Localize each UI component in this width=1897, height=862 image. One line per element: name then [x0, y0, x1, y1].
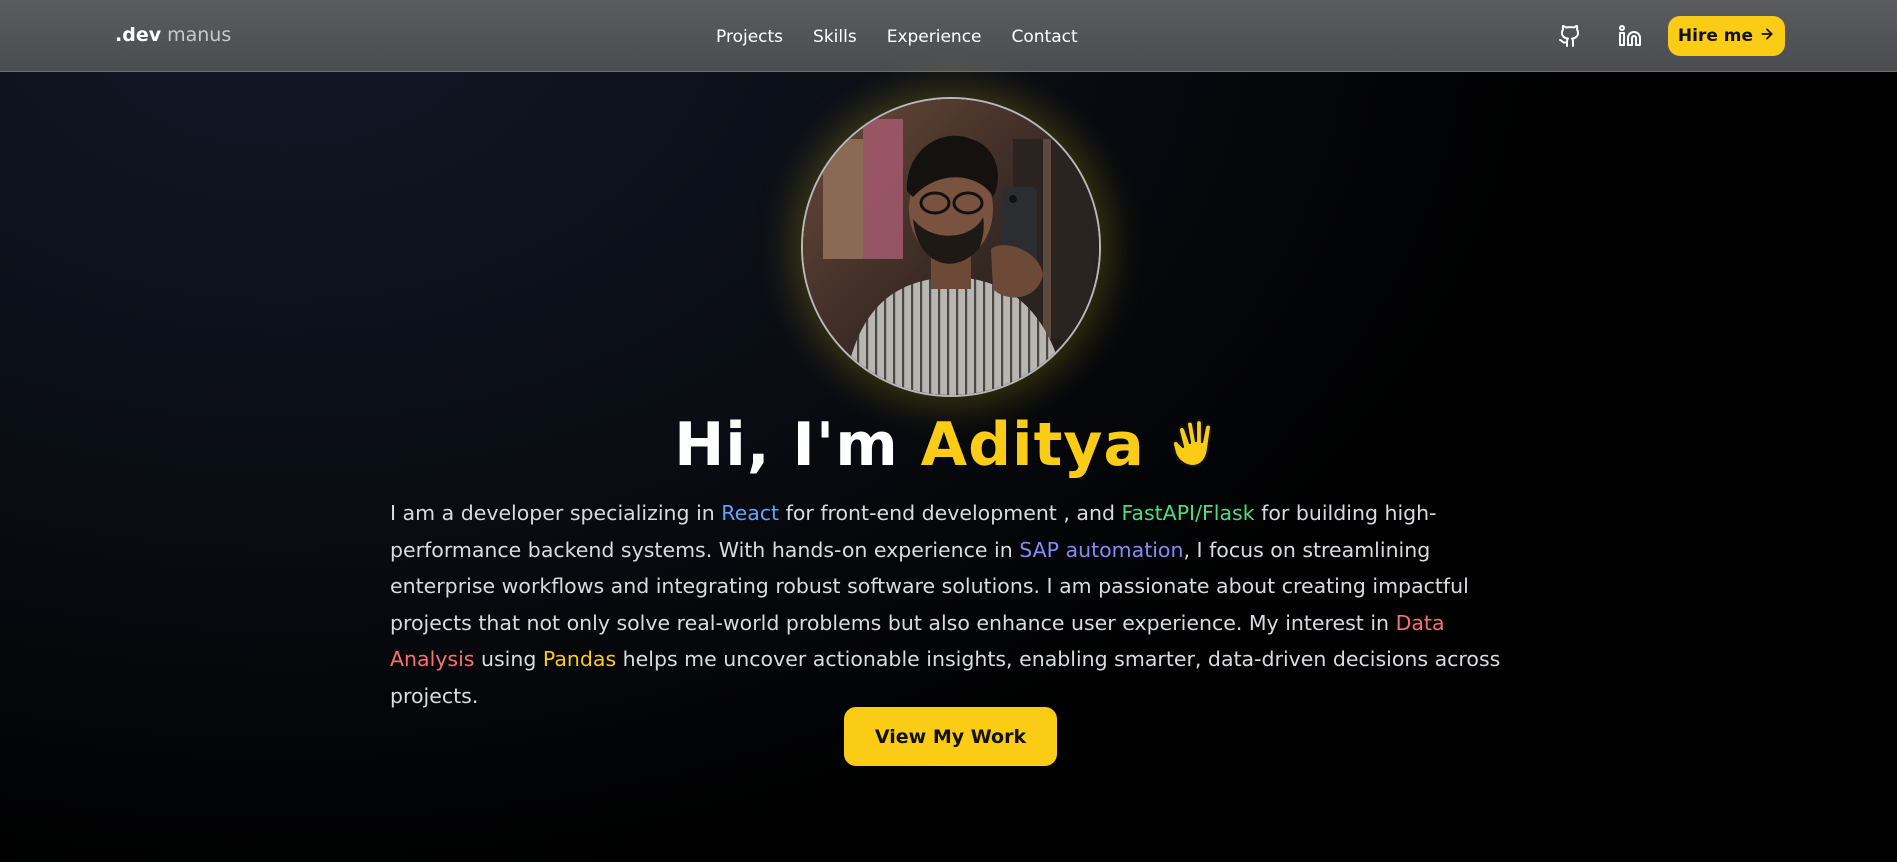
github-icon[interactable] — [1556, 22, 1584, 50]
nav-contact[interactable]: Contact — [1012, 27, 1078, 47]
nav-experience[interactable]: Experience — [887, 27, 982, 47]
nav-skills[interactable]: Skills — [813, 27, 857, 47]
nav-links: Projects Skills Experience Contact — [716, 27, 1078, 47]
brand-logo[interactable]: .dev manus — [115, 24, 231, 46]
hero-bio: I am a developer specializing in React f… — [390, 495, 1515, 715]
bio-text-2: for front-end development , and — [779, 501, 1122, 525]
bio-text-5: using — [474, 647, 543, 672]
hire-me-label: Hire me — [1677, 26, 1754, 46]
hero-headline: Hi, I'm Aditya — [0, 410, 1897, 486]
waving-hand-icon — [1171, 416, 1223, 486]
bio-text-1: I am a developer specializing in — [390, 501, 722, 525]
view-my-work-label: View My Work — [874, 725, 1027, 748]
highlight-fastapi-flask: FastAPI/Flask — [1121, 501, 1255, 525]
highlight-sap-automation: SAP automation — [1019, 537, 1184, 562]
greeting-text: Hi, I'm — [674, 410, 899, 480]
nav-projects[interactable]: Projects — [716, 27, 783, 47]
highlight-pandas: Pandas — [542, 647, 617, 672]
highlight-react: React — [721, 501, 780, 525]
arrow-right-icon — [1759, 26, 1775, 47]
hero-name: Aditya — [920, 410, 1145, 480]
avatar — [801, 97, 1101, 397]
view-my-work-button[interactable]: View My Work — [844, 707, 1057, 766]
navbar: .dev manus Projects Skills Experience Con… — [0, 0, 1897, 72]
hire-me-button[interactable]: Hire me — [1668, 16, 1785, 56]
brand-dev: .dev — [115, 24, 162, 46]
linkedin-icon[interactable] — [1616, 22, 1644, 50]
brand-name: manus — [167, 24, 232, 46]
